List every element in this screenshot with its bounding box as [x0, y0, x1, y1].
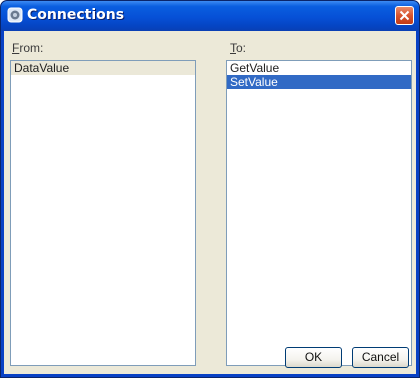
to-list-item-getvalue[interactable]: GetValue: [227, 61, 411, 75]
connections-dialog: Connections From: DataValue To: GetValue…: [0, 0, 420, 378]
window-title: Connections: [27, 7, 125, 23]
connections-icon: [7, 7, 23, 23]
dialog-body: From: DataValue To: GetValue SetValue OK…: [4, 31, 416, 374]
cancel-button[interactable]: Cancel: [352, 347, 409, 368]
close-icon: [399, 10, 410, 21]
to-list-item-setvalue[interactable]: SetValue: [227, 75, 411, 89]
to-label: To:: [230, 41, 247, 55]
from-label: From:: [12, 41, 44, 55]
from-listbox[interactable]: DataValue: [10, 60, 196, 366]
close-button[interactable]: [395, 6, 414, 25]
title-bar[interactable]: Connections: [1, 1, 419, 31]
to-listbox[interactable]: GetValue SetValue: [226, 60, 412, 366]
ok-button[interactable]: OK: [285, 347, 342, 368]
from-list-item[interactable]: DataValue: [11, 61, 195, 75]
